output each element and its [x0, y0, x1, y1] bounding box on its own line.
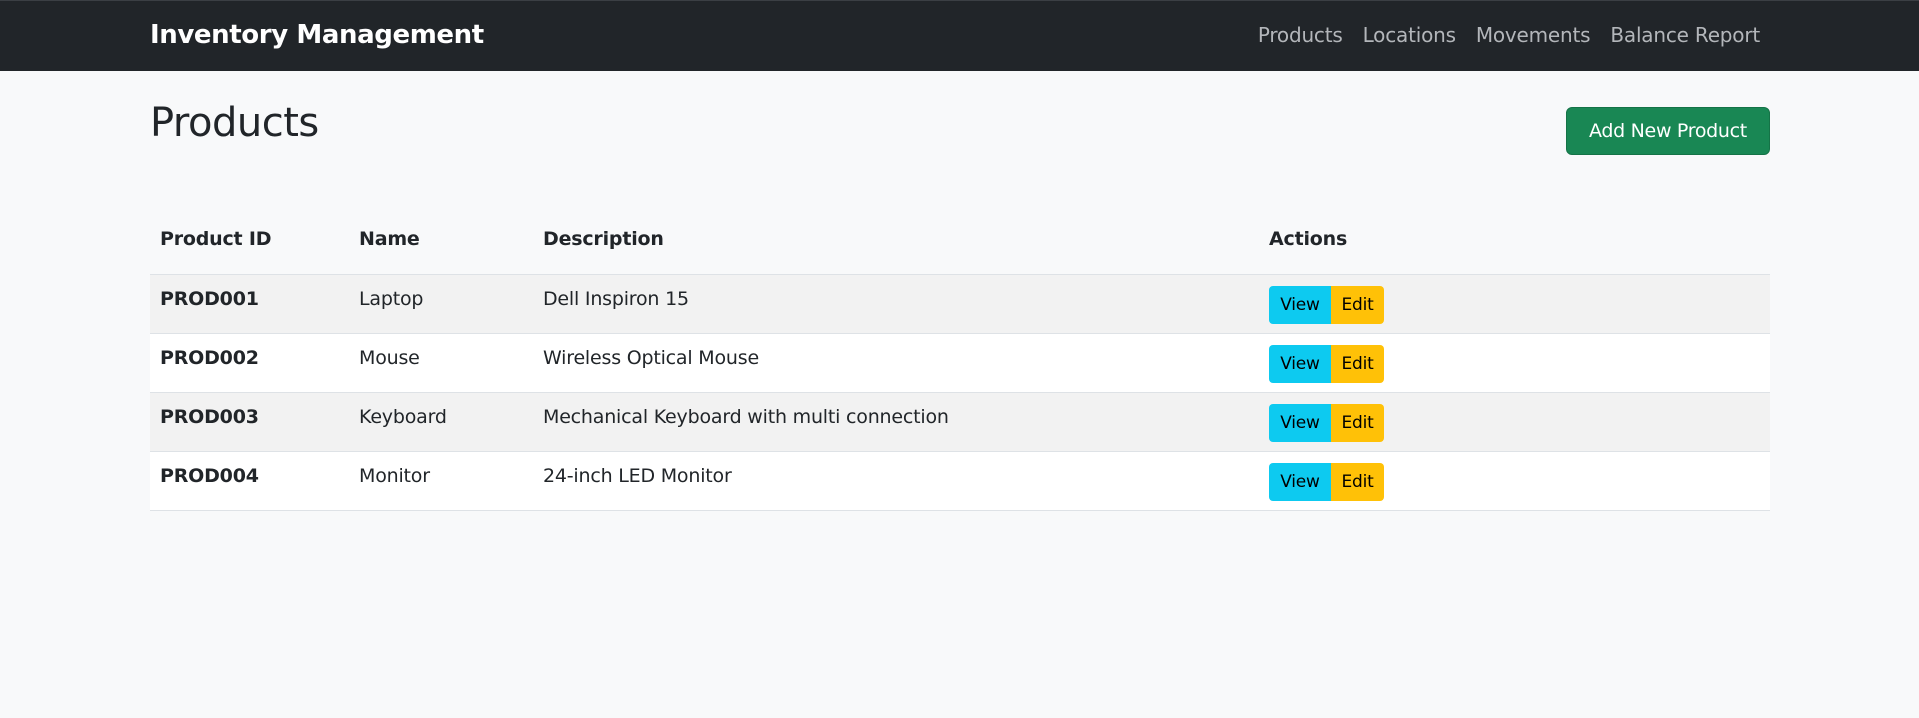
action-button-group: View Edit [1269, 462, 1384, 501]
action-button-group: View Edit [1269, 403, 1384, 442]
nav-links: Products Locations Movements Balance Rep… [1258, 23, 1760, 47]
actions-cell: View Edit [1259, 333, 1770, 393]
table-header-row: Product ID Name Description Actions [150, 206, 1770, 275]
page-header: Products Add New Product [150, 71, 1770, 206]
product-id-cell: PROD001 [150, 274, 349, 334]
navbar-brand[interactable]: Inventory Management [150, 20, 484, 50]
product-name-cell: Keyboard [349, 392, 533, 452]
table-header: Product ID Name Description Actions [150, 206, 1770, 275]
actions-cell: View Edit [1259, 451, 1770, 511]
nav-link-balance-report[interactable]: Balance Report [1610, 23, 1760, 47]
nav-link-products[interactable]: Products [1258, 23, 1343, 47]
product-name-cell: Laptop [349, 274, 533, 334]
table-row: PROD001 Laptop Dell Inspiron 15 View Edi… [150, 274, 1770, 334]
actions-cell: View Edit [1259, 392, 1770, 452]
product-description-cell: 24-inch LED Monitor [533, 451, 1259, 511]
table-body: PROD001 Laptop Dell Inspiron 15 View Edi… [150, 274, 1770, 511]
product-id-cell: PROD002 [150, 333, 349, 393]
product-description-cell: Mechanical Keyboard with multi connectio… [533, 392, 1259, 452]
page-title: Products [150, 100, 319, 146]
header-name: Name [349, 206, 533, 275]
view-button[interactable]: View [1269, 462, 1331, 501]
view-button[interactable]: View [1269, 285, 1331, 324]
edit-button[interactable]: Edit [1331, 462, 1384, 501]
view-button[interactable]: View [1269, 403, 1331, 442]
nav-link-locations[interactable]: Locations [1363, 23, 1456, 47]
product-id-cell: PROD004 [150, 451, 349, 511]
edit-button[interactable]: Edit [1331, 344, 1384, 383]
header-description: Description [533, 206, 1259, 275]
header-product-id: Product ID [150, 206, 349, 275]
table-row: PROD002 Mouse Wireless Optical Mouse Vie… [150, 333, 1770, 393]
nav-link-movements[interactable]: Movements [1476, 23, 1591, 47]
view-button[interactable]: View [1269, 344, 1331, 383]
edit-button[interactable]: Edit [1331, 403, 1384, 442]
edit-button[interactable]: Edit [1331, 285, 1384, 324]
navbar: Inventory Management Products Locations … [0, 0, 1919, 71]
add-new-product-button[interactable]: Add New Product [1566, 107, 1770, 155]
product-name-cell: Mouse [349, 333, 533, 393]
action-button-group: View Edit [1269, 344, 1384, 383]
products-table: Product ID Name Description Actions PROD… [150, 206, 1770, 511]
actions-cell: View Edit [1259, 274, 1770, 334]
table-row: PROD003 Keyboard Mechanical Keyboard wit… [150, 392, 1770, 452]
product-name-cell: Monitor [349, 451, 533, 511]
action-button-group: View Edit [1269, 285, 1384, 324]
product-id-cell: PROD003 [150, 392, 349, 452]
header-actions: Actions [1259, 206, 1770, 275]
product-description-cell: Dell Inspiron 15 [533, 274, 1259, 334]
main-container: Products Add New Product Product ID Name… [150, 71, 1770, 511]
table-row: PROD004 Monitor 24-inch LED Monitor View… [150, 451, 1770, 511]
product-description-cell: Wireless Optical Mouse [533, 333, 1259, 393]
